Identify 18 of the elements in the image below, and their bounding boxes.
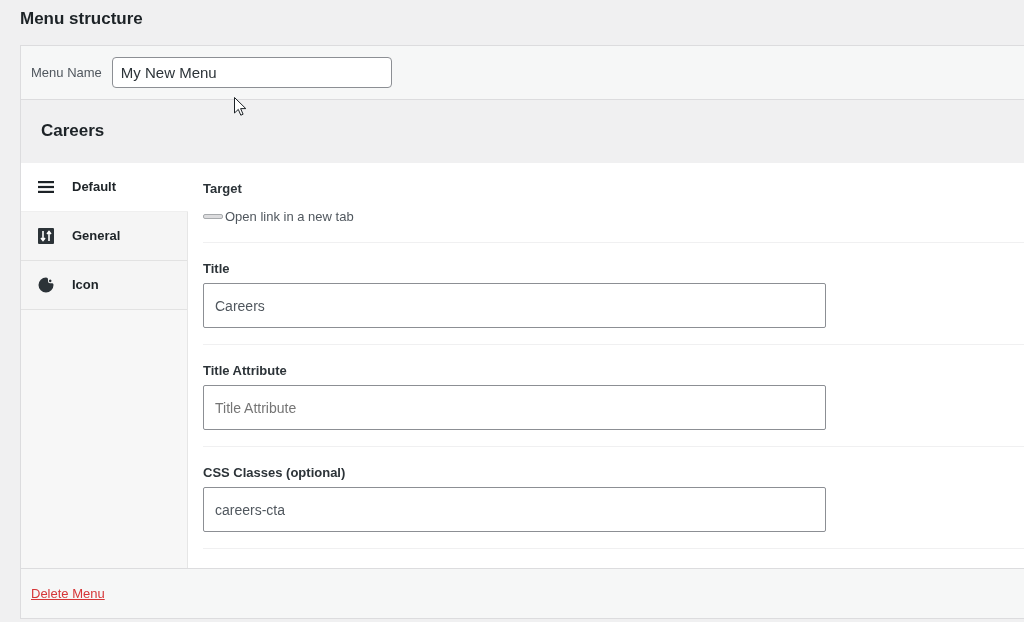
sliders-icon: [38, 228, 54, 244]
settings-tab[interactable]: Default: [21, 163, 188, 212]
field-label: Target: [203, 180, 243, 198]
option-label: Open link in a new tab: [225, 208, 354, 224]
toggle-switch[interactable]: [203, 213, 223, 219]
menu-name-label: Menu Name: [31, 65, 102, 80]
field-label: Title: [203, 260, 231, 278]
field-label: Title Attribute: [203, 362, 288, 380]
field-label: CSS Classes (optional): [203, 464, 347, 482]
text-field[interactable]: Careers: [203, 283, 826, 328]
palette-icon: [38, 277, 54, 293]
menu-name-field[interactable]: My New Menu: [111, 57, 392, 88]
text-field[interactable]: Title Attribute: [203, 385, 826, 430]
page-title: Menu structure: [20, 8, 144, 30]
text-field[interactable]: careers-cta: [203, 487, 826, 532]
item-title: Careers: [41, 121, 105, 141]
menu-icon: [38, 181, 54, 193]
delete-menu-link[interactable]: Delete Menu: [31, 586, 105, 601]
